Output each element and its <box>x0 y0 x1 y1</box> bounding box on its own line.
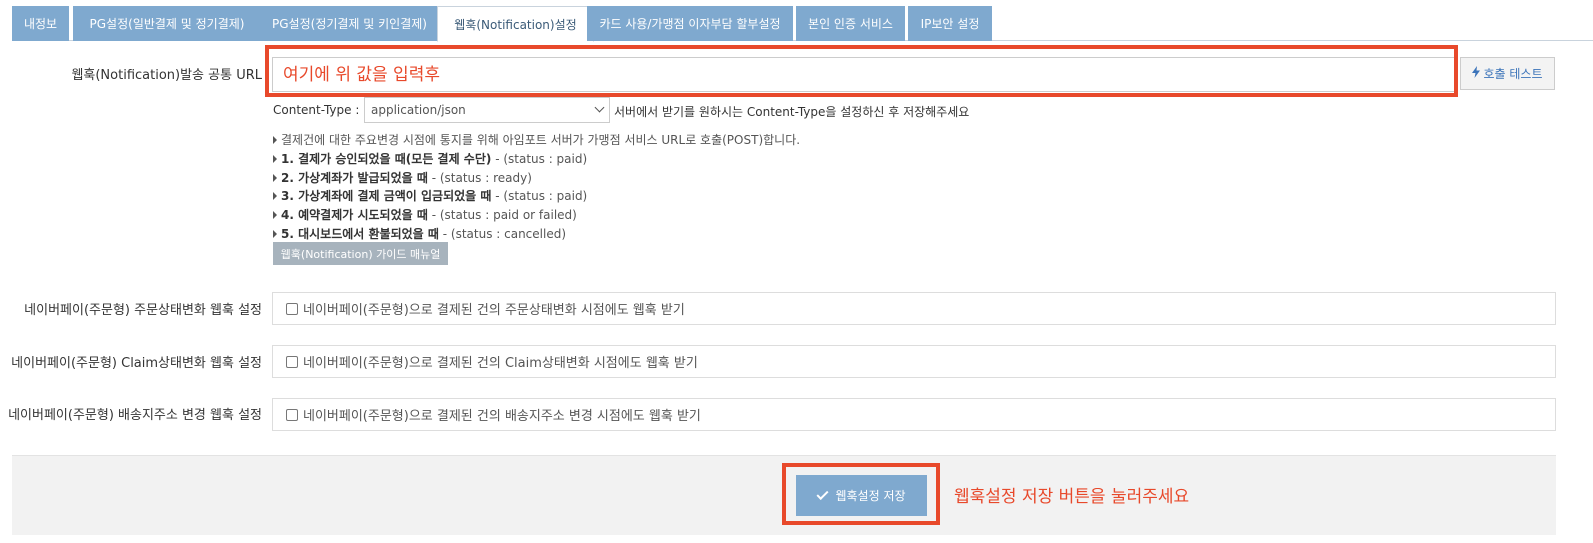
tab-pg-general[interactable]: PG설정(일반결제 및 정기결제) <box>73 6 261 41</box>
event-status: - (status : paid) <box>491 152 588 166</box>
event-status: - (status : cancelled) <box>438 227 567 241</box>
naverpay-address-change-label: 네이버페이(주문형) 배송지주소 변경 웹훅 설정 <box>8 408 262 423</box>
event-status: - (status : paid or failed) <box>427 208 577 222</box>
naverpay-order-status-checkbox[interactable] <box>286 302 298 315</box>
triangle-right-icon <box>273 230 277 238</box>
event-status: - (status : paid) <box>491 189 588 203</box>
chevron-down-icon <box>594 102 605 113</box>
webhook-intro: 결제건에 대한 주요변경 시점에 통지를 위해 아임포트 서버가 가맹점 서비스… <box>273 131 800 148</box>
webhook-event-2: 2. 가상계좌가 발급되었을 때 - (status : ready) <box>273 169 532 186</box>
tab-webhook[interactable]: 웹훅(Notification)설정 <box>437 6 594 42</box>
naverpay-claim-status-field: 네이버페이(주문형)으로 결제된 건의 Claim상태변화 시점에도 웹훅 받기 <box>272 345 1556 378</box>
triangle-right-icon <box>273 192 277 200</box>
naverpay-order-status-checkbox-label[interactable]: 네이버페이(주문형)으로 결제된 건의 주문상태변화 시점에도 웹훅 받기 <box>303 299 685 318</box>
event-status: - (status : ready) <box>427 171 532 185</box>
bolt-icon <box>1472 66 1481 81</box>
tab-my-info[interactable]: 내정보 <box>12 6 69 41</box>
tab-pg-recurring[interactable]: PG설정(정기결제 및 키인결제) <box>255 6 444 41</box>
settings-tab-bar: 내정보 PG설정(일반결제 및 정기결제) PG설정(정기결제 및 키인결제) … <box>12 0 1593 42</box>
naverpay-address-change-checkbox-label[interactable]: 네이버페이(주문형)으로 결제된 건의 배송지주소 변경 시점에도 웹훅 받기 <box>303 405 701 424</box>
event-title: 2. 가상계좌가 발급되었을 때 <box>281 171 428 185</box>
tab-ip-security[interactable]: IP보안 설정 <box>908 6 992 41</box>
event-title: 4. 예약결제가 시도되었을 때 <box>281 208 428 222</box>
naverpay-claim-status-checkbox[interactable] <box>286 355 298 368</box>
naverpay-claim-status-label: 네이버페이(주문형) Claim상태변화 웹훅 설정 <box>11 356 262 371</box>
save-webhook-button[interactable]: 웹훅설정 저장 <box>796 475 927 516</box>
tab-identity-verification[interactable]: 본인 인증 서비스 <box>796 6 905 41</box>
webhook-url-label: 웹훅(Notification)발송 공통 URL <box>71 68 262 83</box>
content-type-value: application/json <box>371 103 466 117</box>
webhook-event-3: 3. 가상계좌에 결제 금액이 입금되었을 때 - (status : paid… <box>273 187 587 204</box>
naverpay-order-status-field: 네이버페이(주문형)으로 결제된 건의 주문상태변화 시점에도 웹훅 받기 <box>272 292 1556 325</box>
naverpay-order-status-label: 네이버페이(주문형) 주문상태변화 웹훅 설정 <box>24 303 262 318</box>
naverpay-address-change-field: 네이버페이(주문형)으로 결제된 건의 배송지주소 변경 시점에도 웹훅 받기 <box>272 398 1556 431</box>
check-icon <box>816 487 829 501</box>
webhook-event-1: 1. 결제가 승인되었을 때(모든 결제 수단) - (status : pai… <box>273 150 587 167</box>
save-annotation-note: 웹훅설정 저장 버튼을 눌러주세요 <box>954 487 1190 507</box>
content-type-label: Content-Type : <box>273 103 360 117</box>
call-test-label: 호출 테스트 <box>1483 67 1543 81</box>
content-type-select[interactable]: application/json <box>364 97 610 123</box>
webhook-intro-text: 결제건에 대한 주요변경 시점에 통지를 위해 아임포트 서버가 가맹점 서비스… <box>281 133 801 147</box>
triangle-right-icon <box>273 136 277 144</box>
event-title: 5. 대시보드에서 환불되었을 때 <box>281 227 439 241</box>
webhook-guide-button[interactable]: 웹훅(Notification) 가이드 매뉴얼 <box>273 242 448 265</box>
webhook-event-4: 4. 예약결제가 시도되었을 때 - (status : paid or fai… <box>273 206 577 223</box>
save-webhook-label: 웹훅설정 저장 <box>835 489 906 503</box>
content-type-note: 서버에서 받기를 원하시는 Content-Type을 설정하신 후 저장해주세… <box>614 105 970 119</box>
naverpay-claim-status-checkbox-label[interactable]: 네이버페이(주문형)으로 결제된 건의 Claim상태변화 시점에도 웹훅 받기 <box>303 352 698 371</box>
triangle-right-icon <box>273 174 277 182</box>
call-test-button[interactable]: 호출 테스트 <box>1460 57 1555 90</box>
naverpay-address-change-checkbox[interactable] <box>286 408 298 421</box>
tab-card-installment[interactable]: 카드 사용/가맹점 이자부담 할부설정 <box>587 6 793 41</box>
triangle-right-icon <box>273 155 277 163</box>
webhook-event-5: 5. 대시보드에서 환불되었을 때 - (status : cancelled) <box>273 225 566 242</box>
triangle-right-icon <box>273 211 277 219</box>
annotation-highlight-url <box>265 45 1458 97</box>
event-title: 3. 가상계좌에 결제 금액이 입금되었을 때 <box>281 189 492 203</box>
event-title: 1. 결제가 승인되었을 때(모든 결제 수단) <box>281 152 492 166</box>
